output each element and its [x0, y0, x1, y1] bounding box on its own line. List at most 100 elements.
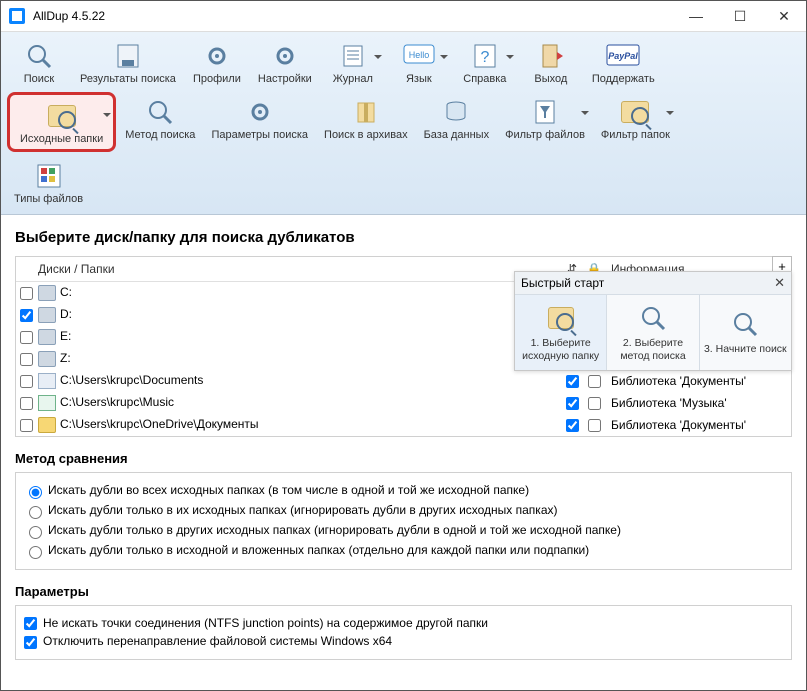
search-method-label: Метод поиска [125, 129, 195, 141]
row-lock[interactable] [588, 419, 601, 432]
toolbar-archive-search[interactable]: Поиск в архивах [317, 92, 415, 152]
settings-label: Настройки [258, 73, 312, 85]
drive-icon [38, 351, 56, 367]
toolbar-exit[interactable]: Выход [519, 36, 583, 88]
table-row[interactable]: C:\Users\krupc\MusicБиблиотека 'Музыка' [16, 392, 791, 414]
params-heading: Параметры [15, 584, 792, 599]
file-filter-icon [527, 95, 563, 129]
param-label: Не искать точки соединения (NTFS junctio… [43, 616, 488, 630]
param-label: Отключить перенаправление файловой систе… [43, 634, 392, 648]
folder-icon [38, 417, 56, 433]
row-recurse[interactable] [566, 397, 579, 410]
table-row[interactable]: C:\Users\krupc\OneDrive\ДокументыБиблиот… [16, 414, 791, 436]
method-options: Искать дубли во всех исходных папках (в … [15, 472, 792, 570]
col-disks[interactable]: Диски / Папки [36, 262, 561, 276]
method-option[interactable]: Искать дубли только в других исходных па… [24, 523, 783, 539]
row-path: C:\Users\krupc\Music [60, 395, 174, 409]
quickstart-step-label: 3. Начните поиск [704, 343, 787, 356]
search-icon [21, 39, 57, 73]
drive-icon [38, 329, 56, 345]
app-icon [9, 8, 25, 24]
toolbar-search-params[interactable]: Параметры поиска [204, 92, 315, 152]
file-filter-label: Фильтр файлов [505, 129, 585, 141]
maximize-button[interactable]: ☐ [718, 1, 762, 31]
folder-filter-icon [617, 95, 653, 129]
method-radio[interactable] [29, 486, 42, 499]
toolbar-search[interactable]: Поиск [7, 36, 71, 88]
music-icon [38, 395, 56, 411]
row-lock[interactable] [588, 397, 601, 410]
row-recurse[interactable] [566, 375, 579, 388]
titlebar: AllDup 4.5.22 — ☐ ✕ [1, 1, 806, 32]
row-select[interactable] [20, 309, 33, 322]
settings-icon [267, 39, 303, 73]
exit-label: Выход [534, 73, 567, 85]
journal-icon [335, 39, 371, 73]
database-icon [438, 95, 474, 129]
toolbar-file-types[interactable]: Типы файлов [7, 156, 90, 208]
file-types-label: Типы файлов [14, 193, 83, 205]
toolbar-language[interactable]: HelloЯзык [387, 36, 451, 88]
row-path: Z: [60, 351, 71, 365]
donate-icon: PayPal [605, 39, 641, 73]
row-select[interactable] [20, 397, 33, 410]
archive-search-label: Поиск в архивах [324, 129, 408, 141]
help-icon: ? [467, 39, 503, 73]
search-method-icon [142, 95, 178, 129]
quickstart-step-2[interactable]: 2. Выберите метод поиска [607, 295, 699, 370]
toolbar-journal[interactable]: Журнал [321, 36, 385, 88]
toolbar-source-folders[interactable]: Исходные папки [7, 92, 116, 152]
quickstart-header: Быстрый старт ✕ [515, 272, 791, 295]
quickstart-step-1[interactable]: 1. Выберите исходную папку [515, 295, 607, 370]
toolbar-search-method[interactable]: Метод поиска [118, 92, 202, 152]
results-icon [110, 39, 146, 73]
method-radio[interactable] [29, 506, 42, 519]
method-option[interactable]: Искать дубли только в их исходных папках… [24, 503, 783, 519]
quickstart-step-3[interactable]: 3. Начните поиск [700, 295, 791, 370]
quickstart-close-icon[interactable]: ✕ [774, 275, 785, 291]
method-option[interactable]: Искать дубли только в исходной и вложенн… [24, 543, 783, 559]
quickstart-title: Быстрый старт [521, 276, 604, 290]
row-select[interactable] [20, 375, 33, 388]
svg-text:Hello: Hello [409, 50, 430, 60]
row-select[interactable] [20, 419, 33, 432]
method-radio[interactable] [29, 546, 42, 559]
toolbar-database[interactable]: База данных [417, 92, 497, 152]
method-label: Искать дубли только в их исходных папках… [48, 503, 558, 517]
toolbar-results[interactable]: Результаты поиска [73, 36, 183, 88]
toolbar-help[interactable]: ?Справка [453, 36, 517, 88]
row-select[interactable] [20, 287, 33, 300]
window-title: AllDup 4.5.22 [33, 9, 105, 23]
params-options: Не искать точки соединения (NTFS junctio… [15, 605, 792, 660]
row-select[interactable] [20, 353, 33, 366]
param-checkbox[interactable] [24, 636, 37, 649]
toolbar-file-filter[interactable]: Фильтр файлов [498, 92, 592, 152]
param-option[interactable]: Отключить перенаправление файловой систе… [24, 634, 783, 648]
toolbar-folder-filter[interactable]: Фильтр папок [594, 92, 677, 152]
row-lock[interactable] [588, 375, 601, 388]
exit-icon [533, 39, 569, 73]
file-types-icon [31, 159, 67, 193]
toolbar-profiles[interactable]: Профили [185, 36, 249, 88]
main-toolbar: ПоискРезультаты поиска Профили Настройки Жу… [1, 32, 806, 215]
language-icon: Hello [401, 39, 437, 73]
table-row[interactable]: C:\Users\krupc\DocumentsБиблиотека 'Доку… [16, 370, 791, 392]
toolbar-settings[interactable]: Настройки [251, 36, 319, 88]
param-option[interactable]: Не искать точки соединения (NTFS junctio… [24, 616, 783, 630]
param-checkbox[interactable] [24, 617, 37, 630]
profiles-label: Профили [193, 73, 241, 85]
window-controls: — ☐ ✕ [674, 1, 806, 31]
svg-text:?: ? [480, 49, 489, 66]
journal-label: Журнал [333, 73, 373, 85]
toolbar-donate[interactable]: PayPalПоддержать [585, 36, 662, 88]
row-recurse[interactable] [566, 419, 579, 432]
method-heading: Метод сравнения [15, 451, 792, 466]
folder-filter-label: Фильтр папок [601, 129, 670, 141]
row-select[interactable] [20, 331, 33, 344]
donate-label: Поддержать [592, 73, 655, 85]
method-radio[interactable] [29, 526, 42, 539]
method-option[interactable]: Искать дубли во всех исходных папках (в … [24, 483, 783, 499]
minimize-button[interactable]: — [674, 1, 718, 31]
close-button[interactable]: ✕ [762, 1, 806, 31]
quickstart-step-icon [636, 303, 670, 333]
